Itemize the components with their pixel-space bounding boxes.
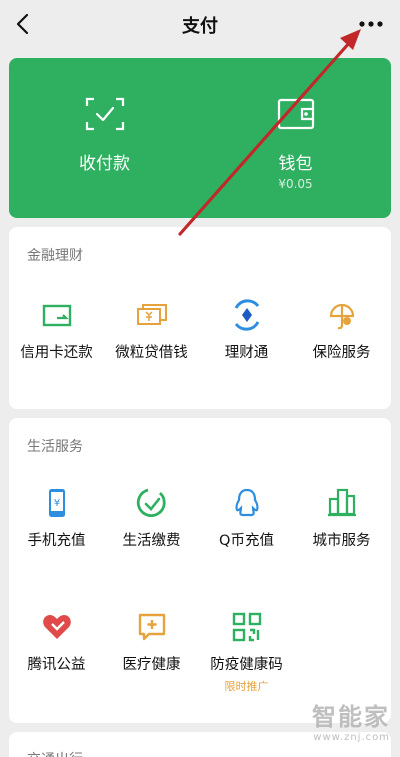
grid-item-label: 医疗健康 xyxy=(122,657,181,673)
weilidai-loan-button[interactable]: 微粒贷借钱 xyxy=(104,298,199,378)
wallet-card: 收付款 钱包 ¥0.05 xyxy=(9,58,391,218)
wallet-label: 钱包 xyxy=(278,154,313,174)
grid-item-label: 理财通 xyxy=(224,345,269,361)
wallet-icon xyxy=(277,98,314,130)
svg-text:¥: ¥ xyxy=(53,498,59,509)
qrcode-icon xyxy=(232,612,261,642)
grid-item-label: 城市服务 xyxy=(312,533,371,549)
wallet-balance: ¥0.05 xyxy=(278,177,313,191)
insurance-button[interactable]: 保险服务 xyxy=(294,298,389,378)
credit-card-icon xyxy=(42,304,71,327)
licaitong-button[interactable]: 理财通 xyxy=(199,298,294,378)
bill-icon xyxy=(136,488,166,517)
health-code-button[interactable]: 防疫健康码 限时推广 xyxy=(199,610,294,693)
grid-item-label: 保险服务 xyxy=(312,345,371,361)
promo-tag: 限时推广 xyxy=(224,680,269,693)
medical-icon xyxy=(138,613,165,641)
grid-item-label: 生活缴费 xyxy=(122,533,181,549)
more-icon[interactable] xyxy=(358,16,384,32)
scan-icon xyxy=(85,97,124,131)
pay-collect-button[interactable]: 收付款 xyxy=(9,58,200,218)
section-title: 金融理财 xyxy=(27,248,83,264)
watermark-url: www.znj.com xyxy=(313,732,390,743)
watermark-text: 智能家 xyxy=(312,703,390,731)
section-title: 交通出行 xyxy=(27,749,83,757)
qcoin-recharge-button[interactable]: Q币充值 xyxy=(199,486,294,566)
finance-section: 金融理财 信用卡还款 微粒贷借钱 理财通 保险服务 xyxy=(9,227,391,409)
grid-item-label: Q币充值 xyxy=(219,533,274,549)
grid-item-label: 微粒贷借钱 xyxy=(115,345,188,361)
grid-item-label: 手机充值 xyxy=(27,533,86,549)
navbar: 支付 xyxy=(0,0,400,48)
city-icon xyxy=(327,488,356,517)
heart-icon xyxy=(42,615,71,639)
qq-icon xyxy=(235,488,258,517)
loan-icon xyxy=(136,304,167,325)
page-title: 支付 xyxy=(182,16,218,37)
umbrella-icon xyxy=(329,303,354,330)
watermark: 智能家 www.znj.com xyxy=(312,697,390,743)
wealth-icon xyxy=(234,299,259,331)
city-services-button[interactable]: 城市服务 xyxy=(294,486,389,566)
pay-collect-label: 收付款 xyxy=(79,154,130,174)
credit-card-repay-button[interactable]: 信用卡还款 xyxy=(9,298,104,378)
phone-recharge-button[interactable]: ¥ 手机充值 xyxy=(9,486,104,566)
grid-item-label: 防疫健康码 xyxy=(210,657,283,673)
utility-payment-button[interactable]: 生活缴费 xyxy=(104,486,199,566)
grid-item-label: 腾讯公益 xyxy=(27,657,86,673)
life-services-section: 生活服务 ¥ 手机充值 生活缴费 Q币充值 城市服务 腾讯公益 医疗健康 防疫健… xyxy=(9,418,391,723)
wallet-button[interactable]: 钱包 ¥0.05 xyxy=(200,58,391,218)
medical-health-button[interactable]: 医疗健康 xyxy=(104,610,199,690)
section-title: 生活服务 xyxy=(27,439,83,455)
tencent-charity-button[interactable]: 腾讯公益 xyxy=(9,610,104,690)
grid-item-label: 信用卡还款 xyxy=(20,345,93,361)
phone-icon: ¥ xyxy=(48,489,65,517)
